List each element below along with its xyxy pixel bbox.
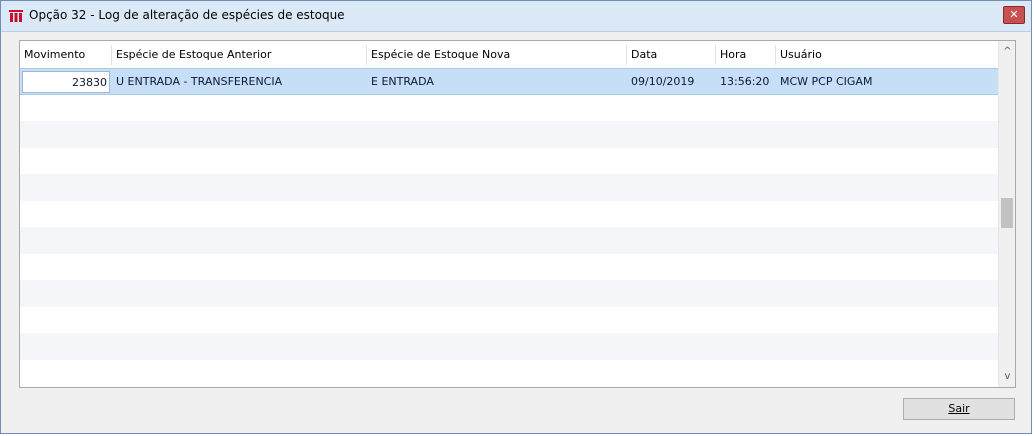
grid-header: Movimento Espécie de Estoque Anterior Es… — [20, 41, 998, 68]
sair-button[interactable]: Sair — [903, 398, 1015, 420]
column-header-data[interactable]: Data — [627, 41, 716, 68]
table-row[interactable]: 23830 U ENTRADA - TRANSFERENCIA E ENTRAD… — [20, 68, 998, 95]
column-header-especie-nova[interactable]: Espécie de Estoque Nova — [367, 41, 627, 68]
grid-rows: 23830 U ENTRADA - TRANSFERENCIA E ENTRAD… — [20, 68, 998, 386]
empty-row[interactable] — [20, 333, 998, 360]
empty-row[interactable] — [20, 174, 998, 201]
vertical-scrollbar[interactable]: ^ v — [998, 41, 1015, 387]
empty-row[interactable] — [20, 201, 998, 228]
column-header-usuario[interactable]: Usuário — [776, 41, 998, 68]
empty-row[interactable] — [20, 121, 998, 148]
sair-label: Sair — [948, 402, 970, 415]
column-header-especie-anterior[interactable]: Espécie de Estoque Anterior — [112, 41, 367, 68]
empty-row[interactable] — [20, 227, 998, 254]
empty-row[interactable] — [20, 148, 998, 175]
empty-row[interactable] — [20, 307, 998, 334]
empty-row[interactable] — [20, 280, 998, 307]
scroll-down-icon[interactable]: v — [999, 368, 1015, 385]
window: Opção 32 - Log de alteração de espécies … — [0, 0, 1032, 434]
app-icon — [9, 10, 23, 22]
window-title: Opção 32 - Log de alteração de espécies … — [29, 8, 345, 22]
cell-especie-anterior: U ENTRADA - TRANSFERENCIA — [116, 75, 283, 88]
log-grid[interactable]: Movimento Espécie de Estoque Anterior Es… — [19, 40, 1016, 388]
empty-row[interactable] — [20, 95, 998, 122]
cell-usuario: MCW PCP CIGAM — [780, 75, 873, 88]
cell-data: 09/10/2019 — [631, 75, 695, 88]
cell-hora: 13:56:20 — [720, 75, 770, 88]
cell-especie-nova: E ENTRADA — [371, 75, 434, 88]
empty-row[interactable] — [20, 254, 998, 281]
column-header-movimento[interactable]: Movimento — [20, 41, 112, 68]
scrollbar-thumb[interactable] — [1001, 198, 1013, 228]
column-header-hora[interactable]: Hora — [716, 41, 776, 68]
cell-movimento[interactable]: 23830 — [22, 71, 110, 93]
close-button[interactable]: ✕ — [1003, 6, 1025, 24]
scroll-up-icon[interactable]: ^ — [999, 43, 1015, 60]
empty-row[interactable] — [20, 360, 998, 387]
title-bar[interactable]: Opção 32 - Log de alteração de espécies … — [1, 1, 1031, 32]
